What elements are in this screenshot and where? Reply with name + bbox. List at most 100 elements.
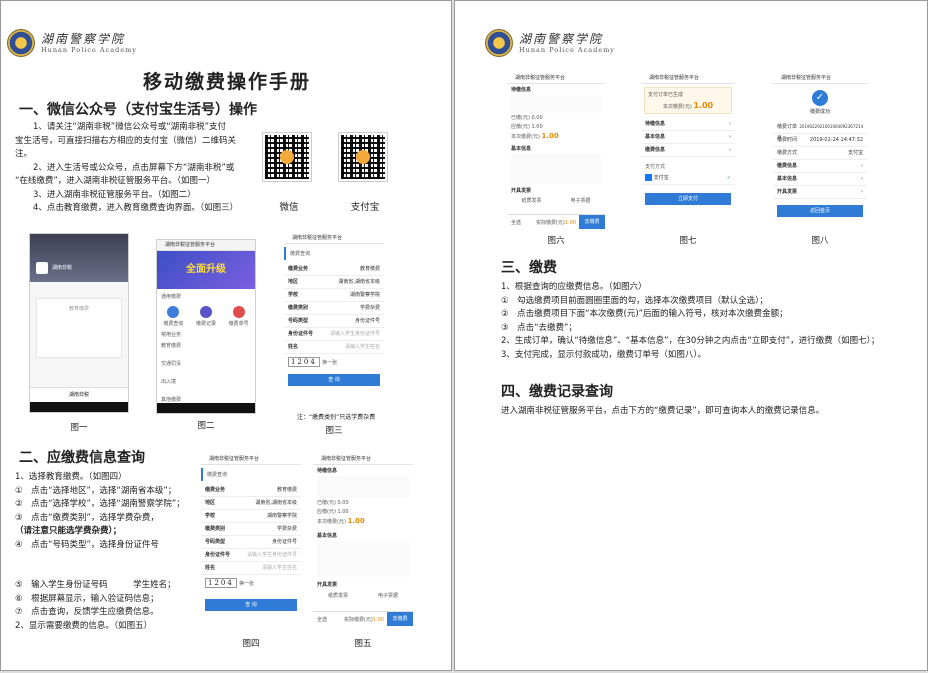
fig4-label: 号码类型 [205, 539, 226, 545]
fig7-amount: 1.00 [693, 101, 714, 110]
paper-invoice-option[interactable]: 纸质发票 [521, 197, 541, 204]
fig6-amount[interactable]: 1.00 [542, 132, 559, 140]
fig3-query-button[interactable]: 查 询 [288, 374, 380, 386]
fig2-icon-label: 缴费查询 [163, 321, 184, 327]
fig4-value[interactable]: 身份证件号 [272, 536, 297, 548]
fig3-value[interactable]: 学费杂费 [360, 302, 380, 314]
s2-line: ⑤ 输入学生身份证号码 学生姓名； [15, 580, 176, 590]
fig8-label[interactable]: 基本信息 [777, 173, 797, 185]
section3-text: 1、根据查询的应缴费信息。（如图六） ① 勾选缴费项目前面圆圈里面的勾，选择本次… [501, 281, 921, 362]
select-all-checkbox[interactable]: 全选 [313, 616, 337, 623]
fig2-icon-label: 缴费记录 [195, 321, 216, 327]
figure-3-caption: 图三 [325, 426, 343, 436]
fig4-header: 湖南非税征管服务平台 [201, 454, 301, 465]
fig4-value[interactable]: 教育缴费 [277, 484, 297, 496]
fig3-note: 注：“缴费类别”只选学费杂费 [297, 414, 376, 421]
fig7-section[interactable]: 待缴信息 [645, 118, 665, 130]
e-invoice-option[interactable]: 电子票据 [378, 592, 398, 599]
s1-line: 宝生活号，可直接扫描右方相应的支付宝（微信）二维码关 [15, 135, 237, 146]
e-invoice-option[interactable]: 电子票据 [570, 197, 590, 204]
logo-cn: 湖南警察学院 [519, 31, 604, 46]
qr-label-wechat: 微信 [279, 202, 299, 213]
logo-cn: 湖南警察学院 [41, 31, 126, 46]
figure-5-caption: 图五 [354, 639, 372, 649]
fig4-value[interactable]: 学费杂费 [277, 523, 297, 535]
select-all-checkbox[interactable]: 全选 [507, 219, 531, 226]
fig3-value[interactable]: 身份证件号 [355, 315, 380, 327]
fig8-label[interactable]: 缴费信息 [777, 160, 797, 172]
fig5-pending: 待缴信息 [317, 468, 338, 474]
fig6-pay-button[interactable]: 去缴费 [579, 215, 605, 229]
fig3-value[interactable]: 湖南警察学院 [350, 289, 380, 301]
section3-heading: 三、缴费 [501, 260, 557, 276]
fig4-label: 缴费业务 [205, 487, 226, 493]
s1-line: 2、进入生活号或公众号，点击屏幕下方“湖南非税”或 [33, 162, 235, 173]
fig8-success: 缴费成功 [809, 109, 830, 115]
academy-logo: 湖南警察学院 Hunan Police Academy [7, 29, 137, 57]
s2-line: ③ 点击“缴费类别”，选择学费杂费， [15, 512, 159, 523]
page-left: 湖南警察学院 Hunan Police Academy 移动缴费操作手册 一、微… [0, 0, 452, 671]
fig3-label: 缴费业务 [288, 266, 309, 272]
check-icon: ✓ [726, 175, 731, 181]
fig3-value[interactable]: 请输入学生身份证件号 [330, 328, 380, 340]
paper-invoice-option[interactable]: 纸质发票 [328, 592, 348, 599]
fig3-label: 身份证件号 [288, 331, 314, 337]
s2-line: ② 点击“选择学校”，选择“湖南警察学院”； [15, 499, 185, 509]
figure-6-caption: 图六 [547, 236, 565, 246]
fig7-section[interactable]: 基本信息 [645, 131, 665, 143]
logo-en: Hunan Police Academy [519, 45, 615, 54]
s3-line: ③ 点击“去缴费”； [501, 322, 577, 333]
fig3-form-title: 缴费查询 [284, 247, 384, 260]
fig5-paid-label: 已缴(元) [317, 500, 336, 506]
fig8-label[interactable]: 开具发票 [777, 186, 797, 198]
fig1-card: 教育缴费 [36, 298, 122, 358]
s2-line: ① 点击“选择地区”，选择“湖南省本级”； [15, 485, 177, 496]
figure-3: 湖南非税征管服务平台 缴费查询 缴费业务 教育缴费 地区 湖南省,湖南省本级 学校 湖… [284, 233, 384, 411]
fig3-value[interactable]: 湖南省,湖南省本级 [338, 276, 380, 288]
fig7-section[interactable]: 缴费信息 [645, 144, 665, 156]
figure-7: 湖南非税征管服务平台 支付订单已生成 本次缴费(元) 1.00 待缴信息 › 基本… [641, 73, 735, 229]
fig4-label: 学校 [205, 513, 216, 519]
captcha-image: 1204 [205, 578, 237, 588]
s2-line: ⑦ 点击查询，反馈学生应缴费信息。 [15, 607, 159, 617]
fig4-value[interactable]: 请输入学生身份证件号 [247, 549, 297, 561]
fig2-item: 出入境 [161, 379, 177, 385]
fig7-alipay[interactable]: 支付宝 [654, 175, 669, 181]
fig5-pay-button[interactable]: 去缴费 [387, 612, 413, 626]
fig4-query-button[interactable]: 查 询 [205, 599, 297, 611]
fig5-amount[interactable]: 1.00 [348, 517, 365, 525]
fig6-total-label: 实际缴费(元) [535, 219, 565, 226]
fig6-invoice: 开具发票 [511, 188, 532, 194]
qr-code-icon [338, 132, 388, 182]
fig6-total: 1.00 [564, 219, 576, 226]
fig1-tab: 湖南非税 [30, 387, 128, 402]
figure-6: 湖南非税征管服务平台 待缴信息 已缴(元) 0.00 应缴(元) 1.00 本次… [507, 73, 605, 229]
fig2-item: 教育缴费 [161, 343, 182, 349]
fig4-label: 身份证件号 [205, 552, 231, 558]
fig4-label: 姓名 [205, 565, 216, 571]
manual-title: 移动缴费操作手册 [142, 71, 311, 93]
fig6-paid: 0.00 [531, 115, 543, 121]
alipay-qr [338, 132, 388, 182]
captcha-refresh[interactable]: 换一张 [239, 581, 254, 587]
fig5-amount-label: 本次缴费(元) [317, 519, 346, 525]
fig3-value[interactable]: 教育缴费 [360, 263, 380, 275]
section4-text: 进入湖南非税征管服务平台，点击下方的“缴费记录”，即可查询本人的缴费记录信息。 [501, 406, 825, 416]
order-icon [232, 306, 245, 318]
fig4-value[interactable]: 请输入学生姓名 [262, 562, 297, 574]
fig7-pay-method: 支付方式 [645, 164, 666, 170]
fig3-value[interactable]: 请输入学生姓名 [345, 341, 380, 353]
fig7-pay-now-button[interactable]: 立即支付 [645, 193, 731, 205]
fig4-value[interactable]: 湖南省,湖南省本级 [255, 497, 297, 509]
fig8-value: 支付宝 [847, 150, 863, 156]
fig8-label: 缴费方式 [777, 150, 798, 156]
s1-line: 1、请关注“湖南非税”微信公众号或“湖南非税”支付 [33, 122, 227, 132]
figure-8: 湖南非税征管服务平台 ✓ 缴费成功 缴费订单号 20190229210010040… [773, 73, 867, 229]
s1-line: 注。 [15, 149, 33, 159]
fig4-value[interactable]: 湖南警察学院 [267, 510, 297, 522]
captcha-refresh[interactable]: 换一张 [322, 360, 337, 366]
figure-4: 湖南非税征管服务平台 缴费查询 缴费业务 教育缴费 地区 湖南省,湖南省本级 学校 湖… [201, 454, 301, 632]
fig8-home-button[interactable]: 返回首页 [777, 205, 863, 217]
success-check-icon: ✓ [812, 90, 828, 106]
fig6-pending: 待缴信息 [511, 87, 532, 93]
